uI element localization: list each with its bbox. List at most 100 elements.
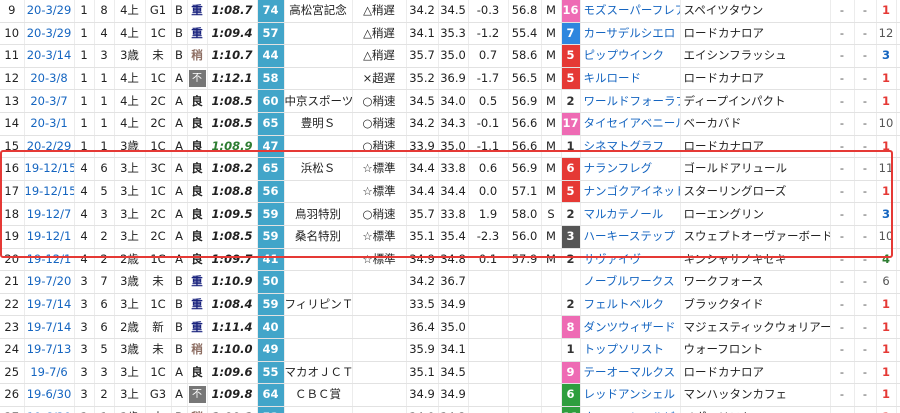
horse-name-link[interactable]: ワールドフォーラブ bbox=[580, 89, 681, 113]
race-grade: 1C bbox=[145, 293, 172, 317]
horse-name[interactable]: キルロード bbox=[584, 71, 642, 85]
horse-name-link[interactable]: ダンツウィザード bbox=[580, 315, 681, 339]
horse-name-link[interactable]: モズスーパーフレア bbox=[580, 0, 681, 23]
race-date[interactable]: 20-3/1 bbox=[30, 116, 67, 130]
table-row[interactable]: 14 20-3/1 1 1 4上 2C A 良 1:08.5 65 豊明Ｓ ○稍… bbox=[0, 112, 900, 136]
race-date-link[interactable]: 20-3/7 bbox=[24, 89, 75, 113]
race-date-link[interactable]: 20-3/14 bbox=[24, 44, 75, 68]
race-date-link[interactable]: 20-3/1 bbox=[24, 112, 75, 136]
table-row[interactable]: 15 20-2/29 1 1 3歳 1C A 良 1:08.9 47 ○稍速 3… bbox=[0, 135, 900, 159]
race-date[interactable]: 20-3/14 bbox=[27, 48, 72, 62]
horse-name-link[interactable]: ハーキーステップ bbox=[580, 225, 681, 249]
horse-name[interactable]: ワールドフォーラブ bbox=[584, 94, 680, 108]
horse-name-link[interactable]: ナンゴクアイネット bbox=[580, 180, 681, 204]
horse-name-link[interactable]: フェルトベルク bbox=[580, 293, 681, 317]
table-row[interactable]: 23 19-7/14 3 6 2歳 新 B 重 1:11.4 40 36.4 3… bbox=[0, 315, 900, 339]
race-date[interactable]: 19-12/15 bbox=[25, 161, 74, 175]
horse-name-link[interactable]: キルロード bbox=[580, 67, 681, 91]
race-date[interactable]: 20-3/29 bbox=[27, 26, 72, 40]
race-date-link[interactable]: 19-12/15 bbox=[24, 180, 75, 204]
horse-name-link[interactable]: トップソリスト bbox=[580, 338, 681, 362]
horse-name-link[interactable]: シネマトグラフ bbox=[580, 135, 681, 159]
table-row[interactable]: 18 19-12/7 4 3 3上 2C A 良 1:09.5 59 鳥羽特別 … bbox=[0, 202, 900, 226]
horse-name[interactable]: ナンゴクアイネット bbox=[584, 184, 680, 198]
row-number: 27 bbox=[0, 406, 25, 413]
horse-name-link[interactable]: マルカテノール bbox=[580, 202, 681, 226]
horse-name[interactable]: ピップウインク bbox=[584, 48, 665, 62]
race-date-link[interactable]: 19-12/15 bbox=[24, 157, 75, 181]
table-row[interactable]: 13 20-3/7 1 1 4上 2C A 良 1:08.5 60 中京スポーツ… bbox=[0, 89, 900, 113]
table-row[interactable]: 25 19-7/6 3 3 3上 1C A 良 1:09.6 55 マカオＪＣＴ… bbox=[0, 361, 900, 385]
horse-name[interactable]: レッドアンシェル bbox=[584, 387, 676, 401]
popularity-rank: 1 bbox=[876, 0, 897, 23]
horse-name-link[interactable]: カーサデルシエロ bbox=[580, 22, 681, 46]
horse-name-link[interactable]: テーオーマルクス bbox=[580, 361, 681, 385]
post-position: 16 bbox=[561, 0, 581, 23]
race-date[interactable]: 19-12/15 bbox=[25, 184, 74, 198]
race-date-link[interactable]: 20-3/29 bbox=[24, 0, 75, 23]
horse-name[interactable]: ダンツウィザード bbox=[584, 320, 676, 334]
race-class-age: 3上 bbox=[114, 361, 146, 385]
horse-name[interactable]: タイセイアベニール bbox=[584, 116, 680, 130]
race-date[interactable]: 20-3/8 bbox=[30, 71, 67, 85]
horse-name-link[interactable]: ホッコーシェルビー bbox=[580, 406, 681, 413]
race-date[interactable]: 19-6/30 bbox=[27, 387, 72, 401]
table-row[interactable]: 17 19-12/15 4 5 3上 1C A 良 1:08.8 56 ☆標準 … bbox=[0, 180, 900, 204]
table-row[interactable]: 21 19-7/20 3 7 3歳 未 B 重 1:10.9 50 34.2 3… bbox=[0, 270, 900, 294]
horse-name[interactable]: サヴァイヴ bbox=[584, 252, 642, 266]
table-row[interactable]: 20 19-12/1 4 2 2歳 1C A 良 1:09.7 41 ☆標準 3… bbox=[0, 248, 900, 272]
horse-name-link[interactable]: ノーブルワークス bbox=[580, 270, 681, 294]
race-date[interactable]: 19-7/6 bbox=[30, 365, 67, 379]
horse-name[interactable]: トップソリスト bbox=[584, 342, 665, 356]
race-date-link[interactable]: 19-12/1 bbox=[24, 248, 75, 272]
table-row[interactable]: 27 19-6/29 3 1 3歳 未 B 稍 1:09.1 53 34.9 3… bbox=[0, 406, 900, 413]
horse-name-link[interactable]: サヴァイヴ bbox=[580, 248, 681, 272]
race-date-link[interactable]: 19-6/29 bbox=[24, 406, 75, 413]
table-row[interactable]: 11 20-3/14 1 3 3歳 未 B 稍 1:10.7 44 △稍遅 35… bbox=[0, 44, 900, 68]
horse-name-link[interactable]: ピップウインク bbox=[580, 44, 681, 68]
race-date-link[interactable]: 19-7/6 bbox=[24, 361, 75, 385]
popularity-rank: 4 bbox=[876, 248, 897, 272]
race-date[interactable]: 19-12/1 bbox=[27, 229, 72, 243]
race-date[interactable]: 20-2/29 bbox=[27, 139, 72, 153]
horse-name[interactable]: ノーブルワークス bbox=[584, 274, 675, 288]
horse-name[interactable]: ハーキーステップ bbox=[584, 229, 675, 243]
race-date-link[interactable]: 19-7/14 bbox=[24, 315, 75, 339]
horse-name-link[interactable]: レッドアンシェル bbox=[580, 383, 681, 407]
race-date[interactable]: 19-7/13 bbox=[27, 342, 72, 356]
race-date-link[interactable]: 19-6/30 bbox=[24, 383, 75, 407]
table-row[interactable]: 12 20-3/8 1 1 4上 1C A 不 1:12.1 58 ×超遅 35… bbox=[0, 67, 900, 91]
race-date[interactable]: 20-3/29 bbox=[27, 3, 72, 17]
race-date-link[interactable]: 20-2/29 bbox=[24, 135, 75, 159]
race-date[interactable]: 20-3/7 bbox=[30, 94, 67, 108]
race-date[interactable]: 19-12/7 bbox=[27, 207, 72, 221]
race-date-link[interactable]: 19-12/7 bbox=[24, 202, 75, 226]
race-date-link[interactable]: 20-3/29 bbox=[24, 22, 75, 46]
horse-name[interactable]: テーオーマルクス bbox=[584, 365, 676, 379]
table-row[interactable]: 10 20-3/29 1 4 4上 1C B 重 1:09.4 57 △稍遅 3… bbox=[0, 22, 900, 46]
table-row[interactable]: 24 19-7/13 3 5 3歳 未 B 稍 1:10.0 49 35.9 3… bbox=[0, 338, 900, 362]
race-date-link[interactable]: 19-7/13 bbox=[24, 338, 75, 362]
horse-name[interactable]: シネマトグラフ bbox=[584, 139, 665, 153]
table-row[interactable]: 26 19-6/30 3 2 3上 G3 A 不 1:09.8 64 ＣＢＣ賞 … bbox=[0, 383, 900, 407]
race-date-link[interactable]: 19-7/20 bbox=[24, 270, 75, 294]
race-date[interactable]: 19-7/14 bbox=[27, 320, 72, 334]
horse-name[interactable]: ナランフレグ bbox=[584, 161, 653, 175]
horse-name[interactable]: モズスーパーフレア bbox=[584, 3, 680, 17]
horse-name-link[interactable]: ナランフレグ bbox=[580, 157, 681, 181]
race-date[interactable]: 19-7/20 bbox=[27, 274, 72, 288]
horse-name[interactable]: カーサデルシエロ bbox=[584, 26, 676, 40]
horse-name-link[interactable]: タイセイアベニール bbox=[580, 112, 681, 136]
race-date-link[interactable]: 19-12/1 bbox=[24, 225, 75, 249]
table-row[interactable]: 22 19-7/14 3 6 3上 1C B 重 1:08.4 59 フィリピン… bbox=[0, 293, 900, 317]
table-row[interactable]: 9 20-3/29 1 8 4上 G1 B 重 1:08.7 74 高松宮記念 … bbox=[0, 0, 900, 23]
race-date[interactable]: 19-12/1 bbox=[27, 252, 72, 266]
horse-name[interactable]: フェルトベルク bbox=[584, 297, 665, 311]
extra-col-2: - bbox=[854, 157, 877, 181]
horse-name[interactable]: マルカテノール bbox=[584, 207, 664, 221]
table-row[interactable]: 16 19-12/15 4 6 3上 3C A 良 1:08.2 65 浜松Ｓ … bbox=[0, 157, 900, 181]
table-row[interactable]: 19 19-12/1 4 2 3上 2C A 良 1:08.5 59 桑名特別 … bbox=[0, 225, 900, 249]
race-date-link[interactable]: 20-3/8 bbox=[24, 67, 75, 91]
race-date[interactable]: 19-7/14 bbox=[27, 297, 72, 311]
race-date-link[interactable]: 19-7/14 bbox=[24, 293, 75, 317]
